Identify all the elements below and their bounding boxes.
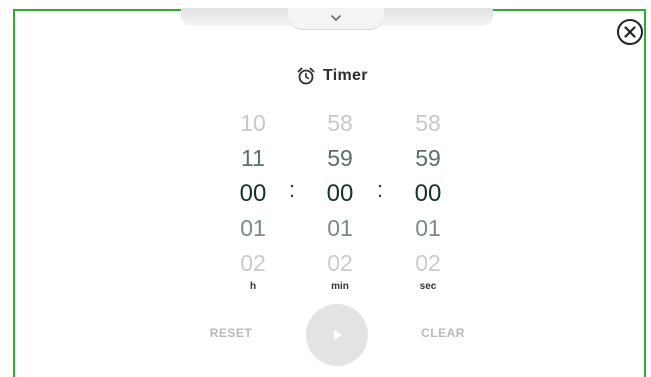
minutes-option[interactable]: 58 — [310, 106, 370, 141]
timer-header: Timer — [296, 66, 368, 86]
close-icon — [624, 26, 636, 38]
play-icon — [334, 330, 342, 340]
seconds-unit-label: sec — [419, 281, 437, 292]
seconds-selected-value[interactable]: 00 — [398, 176, 458, 211]
page-title: Timer — [323, 67, 368, 84]
time-separator: : — [289, 177, 296, 202]
minutes-option[interactable]: 59 — [310, 141, 370, 176]
hours-option[interactable]: 02 — [223, 246, 283, 281]
hours-option[interactable]: 10 — [223, 106, 283, 141]
hours-picker[interactable]: 10 11 00 01 02 — [223, 106, 283, 281]
seconds-option[interactable]: 01 — [398, 211, 458, 246]
seconds-option[interactable]: 02 — [398, 246, 458, 281]
clear-button[interactable]: CLEAR — [417, 326, 469, 340]
seconds-option[interactable]: 59 — [398, 141, 458, 176]
close-button[interactable] — [617, 19, 643, 45]
drawer-handle[interactable] — [288, 8, 384, 30]
reset-button[interactable]: RESET — [205, 326, 257, 340]
seconds-option[interactable]: 58 — [398, 106, 458, 141]
hours-unit-label: h — [249, 281, 257, 292]
minutes-selected-value[interactable]: 00 — [310, 176, 370, 211]
minutes-option[interactable]: 02 — [310, 246, 370, 281]
alarm-clock-icon — [297, 67, 315, 85]
minutes-unit-label: min — [331, 281, 349, 292]
seconds-picker[interactable]: 58 59 00 01 02 — [398, 106, 458, 281]
time-separator: : — [377, 177, 384, 202]
chevron-down-icon — [331, 15, 341, 21]
start-button[interactable] — [306, 304, 368, 366]
hours-option[interactable]: 01 — [223, 211, 283, 246]
minutes-option[interactable]: 01 — [310, 211, 370, 246]
hours-option[interactable]: 11 — [223, 141, 283, 176]
minutes-picker[interactable]: 58 59 00 01 02 — [310, 106, 370, 281]
hours-selected-value[interactable]: 00 — [223, 176, 283, 211]
